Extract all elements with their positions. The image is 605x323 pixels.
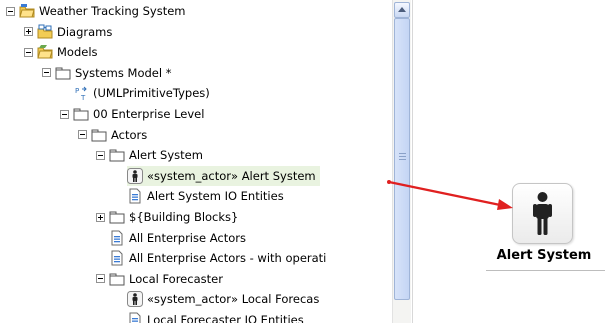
tree-item[interactable]: Local Forecaster IO Entities — [114, 310, 308, 323]
collapse-icon[interactable] — [96, 150, 105, 160]
collapse-icon[interactable] — [78, 130, 87, 140]
diagram-doc-icon — [127, 188, 143, 204]
tree-item-content[interactable]: «system_actor» Alert System — [127, 165, 320, 186]
actor-name-label: Alert System — [496, 248, 592, 263]
actor-icon — [533, 192, 552, 235]
package-icon — [109, 209, 125, 225]
package-icon — [109, 147, 125, 163]
tree-item[interactable]: ${Building Blocks} — [96, 207, 242, 227]
tree-connector — [96, 233, 105, 242]
tree-item-label: Alert System IO Entities — [147, 189, 284, 204]
tree-item-content[interactable]: Local Forecaster — [109, 269, 227, 289]
tree-item-content[interactable]: ${Building Blocks} — [109, 207, 242, 227]
package-icon — [91, 127, 107, 143]
diagram-doc-icon — [127, 312, 143, 323]
tree-item-content[interactable]: 00 Enterprise Level — [73, 104, 208, 124]
svg-text:P: P — [75, 87, 79, 95]
tree-item[interactable]: Alert System IO Entities — [114, 186, 288, 206]
expand-icon[interactable] — [96, 212, 105, 222]
tree-item-content[interactable]: Actors — [91, 125, 151, 145]
diagram-canvas[interactable] — [413, 0, 605, 323]
alert-system-actor-shape[interactable] — [512, 183, 573, 244]
tree-item-content[interactable]: All Enterprise Actors - with operati — [109, 248, 330, 268]
tree-connector — [114, 192, 123, 201]
tree-connector — [114, 295, 123, 304]
tree-item-label: Alert System — [129, 148, 203, 163]
tree-item[interactable]: Local Forecaster — [96, 269, 227, 289]
tree-item[interactable]: Diagrams — [24, 22, 116, 42]
collapse-icon[interactable] — [96, 274, 105, 284]
diagram-doc-icon — [109, 250, 125, 266]
scrollbar-thumb[interactable] — [394, 18, 410, 300]
tree-connector — [96, 254, 105, 263]
tree-item-label: All Enterprise Actors - with operati — [129, 251, 327, 266]
tree-item-label: Local Forecaster IO Entities — [147, 313, 304, 323]
tree-item[interactable]: Actors — [78, 125, 151, 145]
thumb-grip — [399, 153, 406, 154]
tree-item[interactable]: Systems Model * — [42, 63, 175, 83]
expand-icon[interactable] — [24, 27, 33, 37]
tree-item-content[interactable]: P T (UMLPrimitiveTypes) — [73, 83, 214, 103]
model-explorer-panel: Weather Tracking System Diagrams Models Sys… — [0, 0, 413, 323]
actor-icon — [127, 167, 143, 184]
tree-item-content[interactable]: All Enterprise Actors — [109, 228, 250, 248]
tree-item[interactable]: «system_actor» Local Forecas — [114, 289, 323, 309]
tree-item-label: Systems Model * — [75, 65, 172, 80]
vertical-scrollbar[interactable] — [392, 0, 411, 323]
tree-connector — [114, 316, 123, 323]
tree-item-content[interactable]: Local Forecaster IO Entities — [127, 310, 308, 323]
package-icon — [109, 271, 125, 287]
diagram-doc-icon — [109, 230, 125, 246]
tree-item[interactable]: «system_actor» Alert System — [114, 165, 320, 186]
package-icon — [55, 65, 71, 81]
tree-item-label: Actors — [111, 127, 148, 142]
tree-connector — [114, 171, 123, 180]
tree-item-label: (UMLPrimitiveTypes) — [93, 86, 210, 101]
tree-item[interactable]: 00 Enterprise Level — [60, 104, 208, 124]
tree-item[interactable]: Alert System — [96, 145, 207, 165]
tree-item-content[interactable]: Weather Tracking System — [19, 1, 190, 21]
collapse-icon[interactable] — [42, 68, 51, 78]
tree-item-content[interactable]: «system_actor» Local Forecas — [127, 289, 323, 309]
tree-item-label: Weather Tracking System — [39, 4, 186, 18]
models-folder-icon — [37, 44, 53, 60]
tree-item-label: Models — [57, 45, 98, 60]
tree-item-content[interactable]: Alert System IO Entities — [127, 186, 288, 206]
primitive-types-icon: PT — [73, 85, 89, 102]
tree-item-label: ${Building Blocks} — [129, 210, 239, 224]
tree-item[interactable]: Models — [24, 42, 102, 62]
tree-item-label: Diagrams — [57, 24, 113, 39]
tree-item-label: All Enterprise Actors — [129, 230, 246, 245]
thumb-grip — [399, 156, 406, 157]
project-folder-icon — [19, 3, 35, 19]
diagram-divider — [486, 270, 605, 271]
tree-item[interactable]: P T (UMLPrimitiveTypes) — [60, 83, 214, 103]
collapse-icon[interactable] — [60, 109, 69, 119]
collapse-icon[interactable] — [24, 47, 33, 57]
tree-item[interactable]: All Enterprise Actors - with operati — [96, 248, 330, 268]
tree-item-label: «system_actor» Alert System — [147, 168, 316, 183]
tree-item[interactable]: All Enterprise Actors — [96, 228, 250, 248]
tree-item-label: Local Forecaster — [129, 271, 223, 286]
tree-item-content[interactable]: Alert System — [109, 145, 207, 165]
diagrams-folder-icon — [37, 24, 53, 40]
tree-item[interactable]: Weather Tracking System — [6, 1, 190, 21]
scroll-up-button[interactable] — [394, 2, 410, 18]
collapse-icon[interactable] — [6, 6, 15, 16]
tree-item-content[interactable]: Models — [37, 42, 102, 62]
svg-text:T: T — [80, 94, 86, 101]
model-tree: Weather Tracking System Diagrams Models Sys… — [0, 0, 392, 323]
package-icon — [73, 106, 89, 122]
actor-icon — [127, 291, 143, 308]
thumb-grip — [399, 159, 406, 160]
tree-item-content[interactable]: Systems Model * — [55, 63, 175, 83]
tree-connector — [60, 89, 69, 98]
tree-item-label: 00 Enterprise Level — [93, 107, 205, 121]
tree-item-content[interactable]: Diagrams — [37, 22, 116, 42]
tree-item-label: «system_actor» Local Forecas — [147, 292, 320, 307]
